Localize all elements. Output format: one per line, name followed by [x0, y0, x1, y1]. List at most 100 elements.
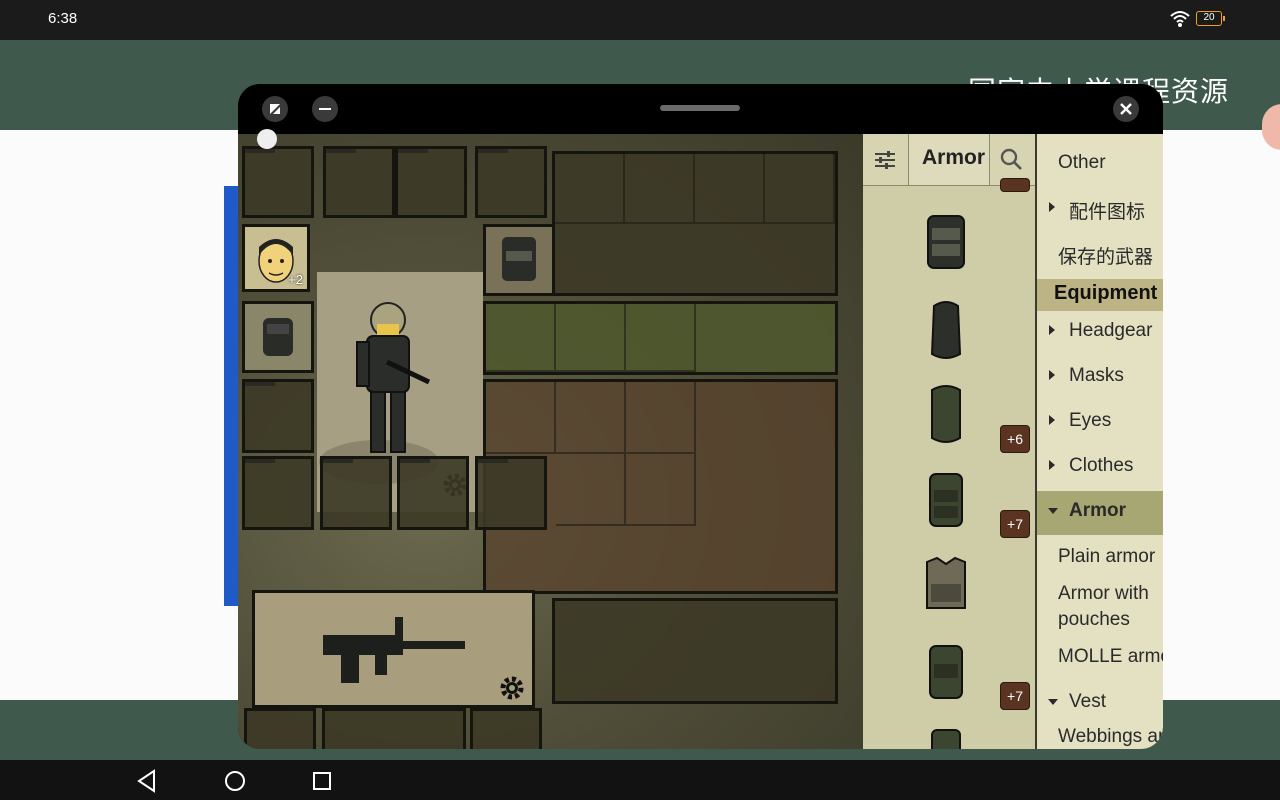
armor-item-4-icon — [929, 473, 963, 527]
category-clothes[interactable]: Clothes — [1037, 446, 1163, 488]
window-minimize-button[interactable] — [312, 96, 338, 122]
category-label: Webbings and — [1058, 726, 1163, 747]
equipment-slot[interactable] — [242, 379, 314, 453]
home-icon[interactable] — [222, 768, 248, 794]
expand-arrow-icon — [1049, 460, 1055, 470]
item-list-panel: Armor +6 +7 +7 — [863, 134, 1035, 749]
battery-level: 20 — [1203, 12, 1215, 23]
item-armor-partial[interactable] — [919, 726, 973, 749]
category-list: Other 配件图标 保存的武器 Equipment Headgear Mask… — [1037, 134, 1163, 749]
collapse-arrow-icon — [1048, 699, 1058, 705]
search-field[interactable]: Armor — [908, 134, 990, 185]
character-portrait[interactable]: +2 — [242, 224, 310, 292]
window-close-button[interactable] — [1113, 96, 1139, 122]
category-header-equipment: Equipment — [1037, 279, 1163, 311]
category-armor-with-pouches[interactable]: Armor with pouches — [1037, 582, 1163, 638]
equipment-slot[interactable] — [244, 708, 316, 749]
item-badge: +7 — [1000, 510, 1030, 538]
category-headgear[interactable]: Headgear — [1037, 311, 1163, 353]
item-badge: +7 — [1000, 682, 1030, 710]
equipment-slot[interactable] — [320, 456, 392, 530]
minimize-icon — [319, 108, 331, 110]
expand-arrow-icon — [1049, 202, 1055, 212]
expand-arrow-icon — [1049, 370, 1055, 380]
armor-item-2-icon — [930, 301, 962, 359]
category-label: Eyes — [1069, 410, 1112, 431]
backpack-grid[interactable] — [552, 151, 838, 296]
category-molle-armor[interactable]: MOLLE armor — [1037, 637, 1163, 679]
category-eyes[interactable]: Eyes — [1037, 401, 1163, 443]
equipment-slot[interactable] — [322, 708, 466, 749]
item-armor-5[interactable] — [919, 554, 973, 618]
item-armor-1[interactable] — [919, 210, 973, 274]
category-webbings[interactable]: Webbings and — [1037, 717, 1163, 749]
category-other[interactable]: Other — [1037, 143, 1163, 185]
equipment-slot[interactable] — [470, 708, 542, 749]
category-label: Other — [1058, 152, 1106, 173]
search-text: Armor — [922, 146, 986, 169]
system-navigation-bar — [0, 760, 1280, 800]
category-label: MOLLE armor — [1058, 646, 1163, 667]
window-titlebar[interactable] — [238, 84, 1163, 134]
category-armor[interactable]: Armor — [1037, 491, 1163, 535]
category-label: Headgear — [1069, 320, 1153, 341]
category-label: Armor — [1069, 500, 1127, 521]
floating-ball[interactable] — [257, 129, 277, 149]
weapon-settings-gear-icon[interactable] — [499, 675, 525, 701]
category-label: Armor with pouches — [1058, 583, 1149, 630]
expand-arrow-icon — [1049, 415, 1055, 425]
armor-item-5-icon — [926, 556, 966, 609]
status-time: 6:38 — [48, 10, 78, 27]
item-armor-6[interactable] — [919, 640, 973, 704]
armor-item-1-icon — [927, 215, 965, 269]
recents-icon[interactable] — [309, 768, 335, 794]
equipment-slot-armor[interactable] — [242, 301, 314, 373]
category-header-label: Equipment — [1054, 282, 1158, 304]
back-icon[interactable] — [134, 768, 160, 794]
window-drag-handle[interactable] — [660, 105, 740, 111]
armor-item-partial-icon — [931, 729, 961, 749]
equipment-slot[interactable] — [395, 146, 467, 218]
armor-item-icon — [263, 318, 293, 356]
category-label: 配件图标 — [1069, 202, 1146, 223]
storage-row[interactable] — [483, 301, 838, 375]
search-icon[interactable] — [999, 147, 1023, 171]
item-armor-4[interactable] — [919, 468, 973, 532]
category-label: Clothes — [1069, 455, 1134, 476]
equipment-slot[interactable] — [475, 456, 547, 530]
equipment-slot[interactable] — [242, 456, 314, 530]
belt-slot[interactable] — [552, 598, 838, 704]
category-plain-armor[interactable]: Plain armor — [1037, 537, 1163, 579]
vest-item-icon — [502, 237, 536, 281]
equipment-slot[interactable] — [475, 146, 547, 218]
category-label: Plain armor — [1058, 546, 1156, 567]
inventory-area: +2 — [238, 134, 863, 749]
category-label: Masks — [1069, 365, 1124, 386]
category-masks[interactable]: Masks — [1037, 356, 1163, 398]
resize-icon — [270, 104, 280, 114]
item-armor-2[interactable] — [919, 298, 973, 362]
filter-sliders-icon[interactable] — [873, 148, 897, 172]
equipment-slot[interactable] — [323, 146, 395, 218]
item-badge-partial — [1000, 178, 1030, 192]
weapon-slot[interactable] — [252, 590, 535, 708]
collapse-arrow-icon — [1048, 508, 1058, 514]
category-attachment-icons[interactable]: 配件图标 — [1037, 188, 1163, 230]
window-resize-button[interactable] — [262, 96, 288, 122]
wifi-icon — [1170, 11, 1190, 27]
category-label: 保存的武器 — [1058, 247, 1154, 268]
equipment-slot[interactable] — [397, 456, 469, 530]
close-icon — [1120, 103, 1132, 115]
category-saved-weapons[interactable]: 保存的武器 — [1037, 233, 1163, 275]
rifle-icon — [323, 617, 465, 683]
armor-item-3-icon — [931, 385, 961, 443]
expand-arrow-icon — [1049, 325, 1055, 335]
item-armor-3[interactable] — [919, 382, 973, 446]
category-label: Vest — [1069, 691, 1106, 712]
armor-item-6-icon — [929, 645, 963, 699]
status-bar: 6:38 20 — [0, 0, 1280, 40]
portrait-bonus: +2 — [288, 272, 303, 287]
equipment-slot[interactable] — [242, 146, 314, 218]
equipment-slot-vest[interactable] — [483, 224, 555, 296]
item-badge: +6 — [1000, 425, 1030, 453]
